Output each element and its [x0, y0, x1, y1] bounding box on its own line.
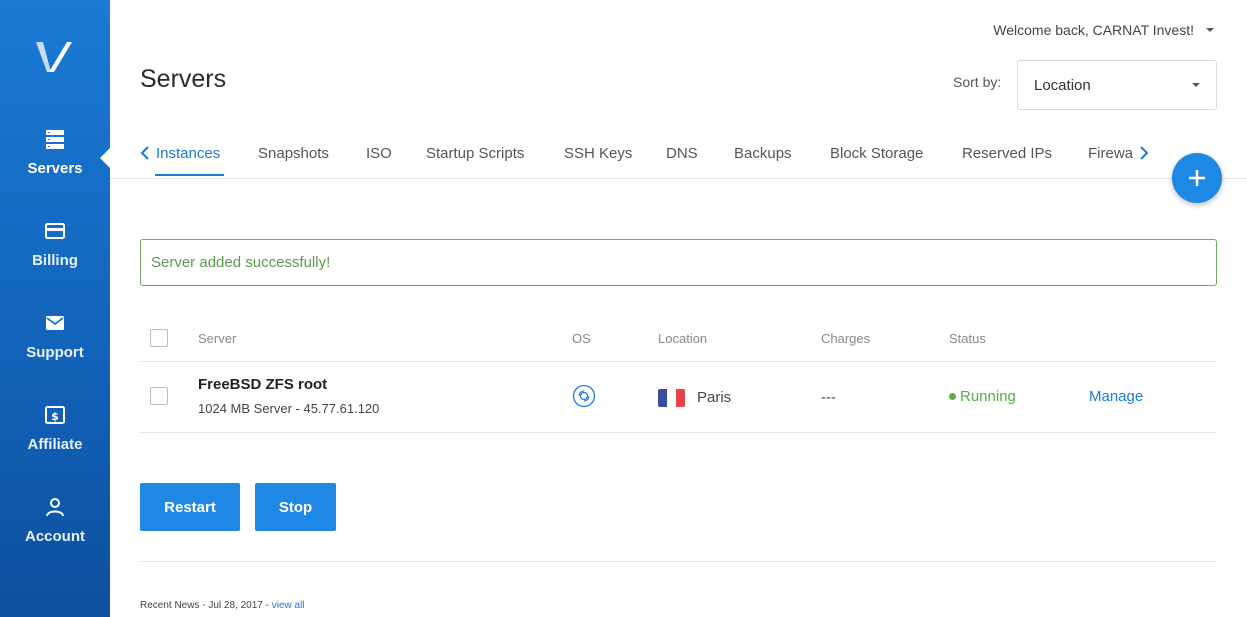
chevron-down-icon	[1192, 83, 1200, 87]
card-icon	[45, 223, 65, 239]
sidebar: Servers Billing Support $ Affiliate Acco…	[0, 0, 110, 617]
user-icon	[46, 498, 64, 517]
sidebar-item-account[interactable]: Account	[0, 496, 110, 566]
svg-text:$: $	[51, 410, 59, 423]
tab-bar: Instances Snapshots ISO Startup Scripts …	[140, 130, 1152, 178]
success-alert: Server added successfully!	[140, 239, 1217, 286]
select-all-checkbox[interactable]	[150, 329, 168, 347]
column-header-server: Server	[198, 331, 237, 346]
table-header-divider	[140, 361, 1217, 362]
welcome-text: Welcome back, CARNAT Invest!	[993, 22, 1194, 38]
status-text: Running	[960, 388, 1016, 405]
sidebar-item-billing[interactable]: Billing	[0, 220, 110, 290]
view-all-link[interactable]: view all	[272, 600, 305, 611]
tab-iso[interactable]: ISO	[366, 145, 392, 162]
news-text: Recent News - Jul 28, 2017 -	[140, 600, 272, 611]
disc-icon	[572, 384, 596, 408]
row-checkbox[interactable]	[150, 387, 168, 405]
sort-label: Sort by:	[953, 74, 1002, 90]
stop-button[interactable]: Stop	[255, 483, 336, 531]
user-menu[interactable]: Welcome back, CARNAT Invest!	[993, 22, 1214, 38]
server-name[interactable]: FreeBSD ZFS root	[198, 376, 327, 393]
add-server-button[interactable]	[1172, 153, 1222, 203]
chevron-right-icon[interactable]	[1139, 146, 1149, 160]
tab-startup-scripts[interactable]: Startup Scripts	[426, 145, 524, 162]
envelope-icon	[46, 316, 64, 330]
restart-button[interactable]: Restart	[140, 483, 240, 531]
sidebar-item-label: Servers	[27, 160, 83, 177]
sidebar-item-label: Account	[25, 528, 85, 545]
page-title: Servers	[140, 65, 227, 93]
servers-icon	[46, 130, 64, 149]
sort-selected-value: Location	[1034, 76, 1091, 94]
sort-select[interactable]: Location	[1017, 60, 1217, 110]
tabs-divider	[110, 178, 1247, 179]
server-details: 1024 MB Server - 45.77.61.120	[198, 401, 380, 416]
tab-firewall[interactable]: Firewa	[1088, 145, 1133, 162]
tab-snapshots[interactable]: Snapshots	[258, 145, 329, 162]
tab-instances[interactable]: Instances	[156, 145, 220, 162]
caret-down-icon	[1206, 28, 1214, 32]
vultr-logo-icon[interactable]	[33, 38, 77, 78]
tab-dns[interactable]: DNS	[666, 145, 698, 162]
recent-news: Recent News - Jul 28, 2017 - view all	[140, 600, 305, 611]
sidebar-item-support[interactable]: Support	[0, 312, 110, 382]
active-tab-underline	[155, 174, 224, 176]
server-charges: ---	[821, 389, 836, 406]
active-nav-indicator	[100, 148, 110, 168]
column-header-os: OS	[572, 331, 591, 346]
column-header-location: Location	[658, 331, 708, 346]
column-header-charges: Charges	[821, 331, 871, 346]
france-flag-icon	[658, 389, 685, 407]
sidebar-item-label: Billing	[32, 252, 78, 269]
tab-ssh-keys[interactable]: SSH Keys	[564, 145, 632, 162]
sidebar-item-servers[interactable]: Servers	[0, 128, 110, 198]
chevron-left-icon[interactable]	[140, 146, 150, 160]
table-row-divider	[140, 432, 1217, 433]
sidebar-item-label: Affiliate	[27, 436, 83, 453]
status-badge: Running	[949, 388, 1016, 405]
section-divider	[140, 561, 1217, 562]
tab-backups[interactable]: Backups	[734, 145, 792, 162]
tab-reserved-ips[interactable]: Reserved IPs	[962, 145, 1052, 162]
status-dot-icon	[949, 393, 956, 400]
dollar-icon: $	[45, 406, 65, 424]
column-header-status: Status	[949, 331, 986, 346]
sidebar-item-label: Support	[26, 344, 84, 361]
server-location: Paris	[697, 389, 732, 406]
tab-block-storage[interactable]: Block Storage	[830, 145, 923, 162]
sidebar-item-affiliate[interactable]: $ Affiliate	[0, 404, 110, 474]
plus-icon	[1189, 170, 1205, 186]
manage-link[interactable]: Manage	[1089, 388, 1143, 405]
